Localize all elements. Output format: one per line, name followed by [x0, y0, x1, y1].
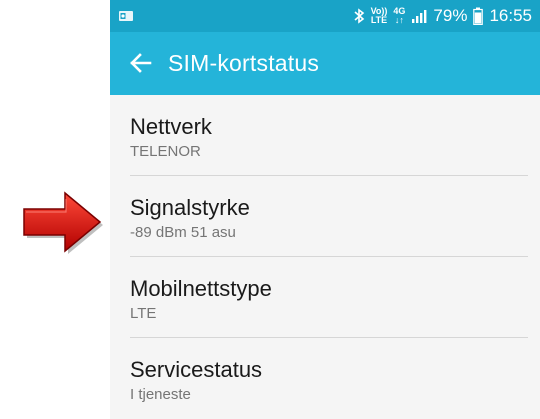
list-item-mobile-network-type[interactable]: Mobilnettstype LTE [110, 257, 540, 338]
settings-list: Nettverk TELENOR Signalstyrke -89 dBm 51… [110, 95, 540, 419]
back-arrow-icon[interactable] [128, 50, 154, 76]
phone-screen: Vo)) LTE 4G ↓↑ 79% 16:55 SIM-kortstatus … [110, 0, 540, 419]
list-item-title: Mobilnettstype [130, 276, 272, 301]
list-item-value: TELENOR [130, 143, 201, 160]
list-item-service-status[interactable]: Servicestatus I tjeneste [110, 338, 540, 419]
list-item-value: LTE [130, 305, 157, 322]
battery-percent: 79% [433, 6, 468, 25]
list-item-signal-strength[interactable]: Signalstyrke -89 dBm 51 asu [110, 176, 540, 257]
network-type-indicator: 4G ↓↑ [393, 6, 406, 25]
volte-indicator: Vo)) LTE [370, 6, 388, 25]
bluetooth-icon [354, 8, 364, 24]
app-bar: SIM-kortstatus [110, 32, 540, 95]
signal-icon [412, 10, 427, 23]
list-item-title: Signalstyrke [130, 195, 250, 220]
list-item-network[interactable]: Nettverk TELENOR [110, 95, 540, 176]
red-arrow-icon [23, 191, 103, 254]
list-item-value: -89 dBm 51 asu [130, 224, 236, 241]
list-item-title: Servicestatus [130, 357, 263, 382]
battery-icon [473, 7, 484, 25]
page-title: SIM-kortstatus [168, 50, 320, 76]
outlook-icon [119, 11, 133, 21]
list-item-title: Nettverk [130, 114, 212, 139]
list-item-value: I tjeneste [130, 386, 191, 403]
clock: 16:55 [489, 6, 532, 25]
status-bar: Vo)) LTE 4G ↓↑ 79% 16:55 [110, 0, 540, 32]
